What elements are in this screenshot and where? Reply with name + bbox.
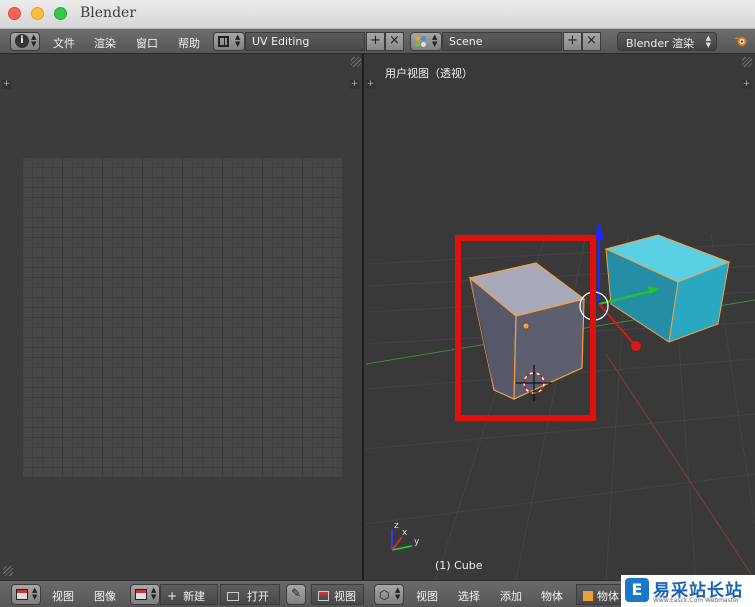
- viewport-scene: [366, 222, 755, 580]
- new-image-button[interactable]: + 新建: [160, 584, 218, 605]
- remove-screen-button[interactable]: ×: [385, 32, 404, 51]
- render-engine-dropdown[interactable]: Blender 渲染 ▲ ▼: [617, 32, 717, 51]
- x-axis-line: [605, 353, 755, 580]
- view-label: 用户视图（透视）: [385, 67, 473, 80]
- close-icon: ×: [389, 33, 400, 48]
- viewport-menu-object[interactable]: 物体: [541, 588, 563, 604]
- uv-editor-type-button[interactable]: ▲ ▼: [11, 584, 41, 605]
- window-minimize-button[interactable]: [31, 7, 44, 20]
- plus-icon: +: [370, 33, 381, 48]
- uv-menu-view[interactable]: 视图: [52, 588, 74, 604]
- toolshelf-expand-icon[interactable]: +: [2, 80, 11, 89]
- scene-icon: [415, 36, 420, 41]
- pin-image-button[interactable]: ✎: [286, 584, 306, 605]
- chevron-updown-icon: ▲ ▼: [395, 586, 401, 601]
- blender-logo-icon: [734, 35, 748, 47]
- area-split-corner-icon[interactable]: [3, 566, 13, 576]
- plus-icon: +: [567, 33, 578, 48]
- menu-help[interactable]: 帮助: [178, 35, 200, 51]
- image-browse-button[interactable]: ▲ ▼: [130, 584, 160, 605]
- teal-cube[interactable]: [604, 234, 731, 343]
- uv-image-editor[interactable]: + +: [0, 54, 364, 580]
- object-mode-icon: [583, 591, 593, 601]
- add-scene-button[interactable]: +: [563, 32, 582, 51]
- uv-view-mode-dropdown[interactable]: 视图: [311, 584, 364, 605]
- area-split-corner-icon[interactable]: [742, 57, 752, 67]
- chevron-updown-icon: ▲ ▼: [31, 33, 37, 48]
- menu-file[interactable]: 文件: [53, 35, 75, 51]
- uv-menu-image[interactable]: 图像: [94, 588, 116, 604]
- chevron-updown-icon: ▲ ▼: [235, 33, 241, 48]
- add-screen-button[interactable]: +: [366, 32, 385, 51]
- open-image-label: 打开: [247, 590, 269, 603]
- scene-field[interactable]: Scene: [442, 32, 562, 51]
- remove-scene-button[interactable]: ×: [582, 32, 601, 51]
- properties-expand-icon[interactable]: +: [350, 80, 359, 89]
- close-icon: ×: [586, 33, 597, 48]
- chevron-updown-icon: ▲ ▼: [151, 586, 157, 601]
- screen-layout-browse-button[interactable]: ▲ ▼: [213, 32, 245, 51]
- axis-label-x: x: [402, 528, 408, 538]
- area-split-corner-icon[interactable]: [351, 57, 361, 67]
- viewport-editor-type-button[interactable]: ⬡ ▲ ▼: [374, 584, 404, 605]
- window-maximize-button[interactable]: [54, 7, 67, 20]
- info-icon: i: [15, 34, 29, 48]
- scene-browse-button[interactable]: ▲ ▼: [410, 32, 442, 51]
- viewport-menu-view[interactable]: 视图: [416, 588, 438, 604]
- chevron-updown-icon: ▲ ▼: [32, 586, 38, 601]
- new-image-label: 新建: [183, 590, 206, 603]
- menu-window[interactable]: 窗口: [136, 35, 158, 51]
- screen-layout-field[interactable]: UV Editing: [245, 32, 365, 51]
- folder-icon: [227, 592, 239, 601]
- object-mode-label: 物体: [597, 590, 619, 603]
- pin-icon: ✎: [291, 586, 302, 600]
- chevron-updown-icon: ▲ ▼: [705, 34, 711, 49]
- 3d-viewport[interactable]: + + 用户视图（透视） z y x (1) Cube: [366, 54, 755, 580]
- axis-label-z: z: [394, 521, 399, 531]
- chevron-updown-icon: ▲ ▼: [432, 33, 438, 48]
- image-editor-icon: [16, 589, 28, 600]
- open-image-button[interactable]: 打开: [220, 584, 280, 605]
- window-titlebar: Blender: [0, 0, 755, 29]
- properties-expand-icon[interactable]: +: [742, 80, 751, 89]
- window-title: Blender: [80, 5, 137, 21]
- uv-view-mode-label: 视图: [334, 590, 356, 603]
- uv-grid[interactable]: [22, 157, 342, 477]
- selected-cube[interactable]: [468, 262, 586, 400]
- render-engine-label: Blender 渲染: [626, 37, 695, 50]
- cube-icon: ⬡: [379, 588, 390, 602]
- plus-icon: +: [167, 589, 178, 603]
- watermark-subtext: Www.Easck.Com Webmaster: [653, 597, 740, 604]
- view-mode-icon: [318, 591, 329, 601]
- toolshelf-expand-icon[interactable]: +: [366, 80, 375, 89]
- viewport-menu-add[interactable]: 添加: [500, 588, 522, 604]
- menu-render[interactable]: 渲染: [94, 35, 116, 51]
- active-object-label: (1) Cube: [435, 559, 483, 572]
- image-icon: [135, 589, 147, 600]
- watermark-logo: E: [625, 578, 649, 602]
- axis-label-y: y: [414, 537, 420, 547]
- window-close-button[interactable]: [8, 7, 21, 20]
- viewport-menu-select[interactable]: 选择: [458, 588, 480, 604]
- editor-type-button[interactable]: i ▲ ▼: [10, 32, 40, 51]
- info-header: i ▲ ▼ 文件 渲染 窗口 帮助 ▲ ▼ UV Editing + × ▲ ▼ Sc…: [0, 29, 755, 54]
- watermark: E 易采站长站 Www.Easck.Com Webmaster: [621, 575, 755, 607]
- layout-grid-icon: [218, 36, 229, 47]
